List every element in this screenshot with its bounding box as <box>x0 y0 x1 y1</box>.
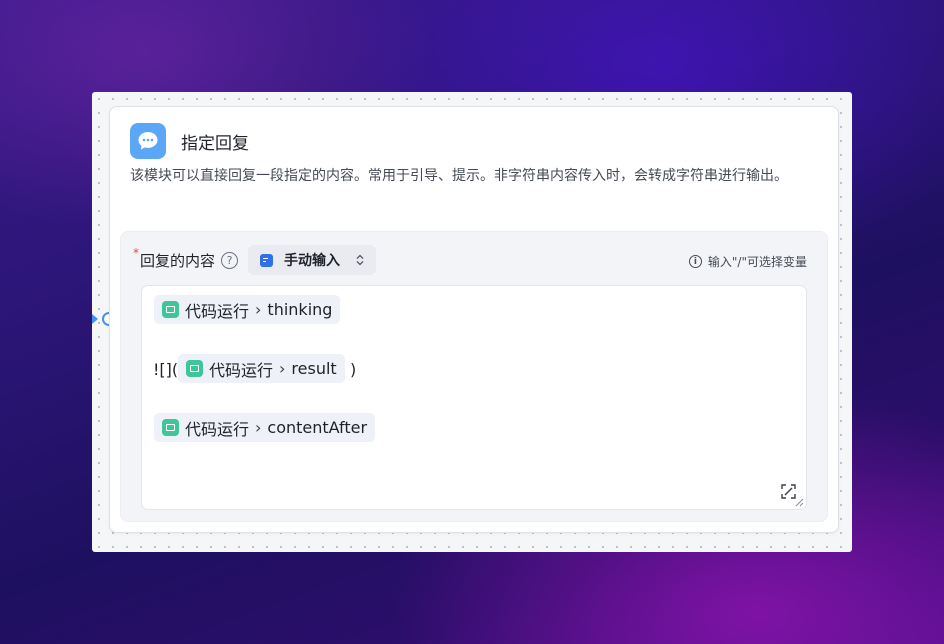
variable-hint: i 输入"/"可选择变量 <box>688 253 807 270</box>
chat-bubble-icon <box>130 123 166 159</box>
connector-arrow-icon <box>92 314 98 324</box>
chip-separator: › <box>279 359 286 378</box>
markdown-prefix: ![]( <box>153 360 179 379</box>
question-icon[interactable]: ? <box>221 251 239 269</box>
field-label-row: * 回复的内容 ? 手动输入 <box>133 245 377 275</box>
chip-variable: result <box>291 359 337 378</box>
chip-source: 代码运行 <box>185 301 250 321</box>
variable-hint-text: 输入"/"可选择变量 <box>707 255 807 269</box>
chip-separator: › <box>255 418 262 437</box>
required-mark: * <box>133 246 139 260</box>
chevron-updown-icon <box>356 254 364 266</box>
code-run-icon <box>162 301 179 318</box>
chip-source: 代码运行 <box>209 360 274 380</box>
info-icon: i <box>688 255 702 268</box>
code-run-icon <box>162 419 179 436</box>
chip-source: 代码运行 <box>185 419 250 439</box>
variable-chip[interactable]: 代码运行 › thinking <box>154 295 341 324</box>
input-mode-value: 手动输入 <box>284 253 341 269</box>
chip-separator: › <box>255 300 262 319</box>
reply-node-card[interactable]: 指定回复 该模块可以直接回复一段指定的内容。常用于引导、提示。非字符串内容传入时… <box>109 106 839 533</box>
reply-content-field: * 回复的内容 ? 手动输入 i 输入"/"可选择变量 代码运行 › think… <box>120 231 828 522</box>
variable-chip[interactable]: 代码运行 › contentAfter <box>154 413 376 442</box>
node-title[interactable]: 指定回复 <box>181 129 249 154</box>
field-label: 回复的内容 <box>140 251 216 270</box>
chip-variable: contentAfter <box>267 418 368 437</box>
chip-variable: thinking <box>267 300 333 319</box>
markdown-suffix: ) <box>350 360 357 379</box>
reply-content-editor[interactable]: 代码运行 › thinking ![]( 代码运行 › result ) 代码运… <box>141 285 807 510</box>
code-run-icon <box>186 360 203 377</box>
input-mode-select[interactable]: 手动输入 <box>248 245 377 275</box>
text-input-icon <box>260 253 274 267</box>
workflow-canvas: 指定回复 该模块可以直接回复一段指定的内容。常用于引导、提示。非字符串内容传入时… <box>92 92 852 552</box>
node-description: 该模块可以直接回复一段指定的内容。常用于引导、提示。非字符串内容传入时，会转成字… <box>130 168 788 184</box>
node-header: 指定回复 <box>130 123 249 159</box>
variable-chip[interactable]: 代码运行 › result <box>178 354 345 383</box>
resize-handle-icon[interactable] <box>794 497 804 507</box>
